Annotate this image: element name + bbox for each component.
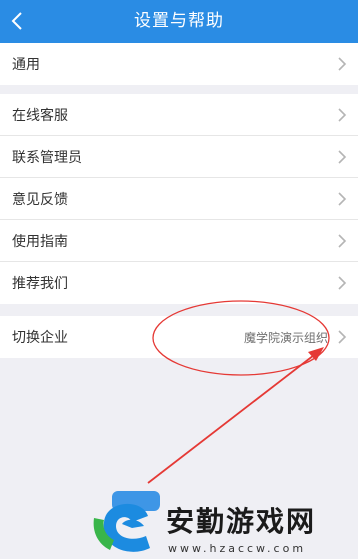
settings-item-label: 意见反馈 [12,191,68,208]
settings-item-label: 联系管理员 [12,149,82,166]
settings-item-switch-org[interactable]: 切换企业 魔学院演示组织 [0,316,358,358]
chevron-right-icon [338,108,347,122]
annotation-arrow-line [147,351,319,484]
settings-group-organization: 切换企业 魔学院演示组织 [0,316,358,358]
nav-bar: 设置与帮助 [0,0,358,43]
chevron-right-icon [338,276,347,290]
settings-item-label: 在线客服 [12,107,68,124]
settings-item-guide[interactable]: 使用指南 [0,220,358,262]
watermark-logo-icon [93,491,160,552]
watermark: 安勤游戏网 www.hzaccw.com [92,478,358,559]
settings-help-screen: 设置与帮助 通用 在线客服 联系管理员 意见反馈 使用指南 推荐我们 切换企业 … [0,0,358,559]
settings-item-feedback[interactable]: 意见反馈 [0,178,358,220]
settings-item-label: 通用 [12,57,40,73]
settings-item-recommend[interactable]: 推荐我们 [0,262,358,304]
settings-group-general: 通用 [0,43,358,85]
page-title: 设置与帮助 [134,11,224,31]
chevron-right-icon [338,330,347,344]
chevron-right-icon [338,234,347,248]
chevron-right-icon [338,150,347,164]
settings-item-label: 使用指南 [12,233,68,250]
current-org-value: 魔学院演示组织 [243,330,328,345]
chevron-right-icon [338,57,347,71]
settings-item-label: 切换企业 [12,330,68,346]
settings-item-contact-admin[interactable]: 联系管理员 [0,136,358,178]
watermark-brand: 安勤游戏网 [166,505,317,538]
settings-item-label: 推荐我们 [12,276,68,292]
settings-item-online-service[interactable]: 在线客服 [0,94,358,136]
chevron-right-icon [338,192,347,206]
settings-item-general[interactable]: 通用 [0,43,358,85]
watermark-domain: www.hzaccw.com [168,542,307,555]
settings-group-support: 在线客服 联系管理员 意见反馈 使用指南 推荐我们 [0,94,358,304]
